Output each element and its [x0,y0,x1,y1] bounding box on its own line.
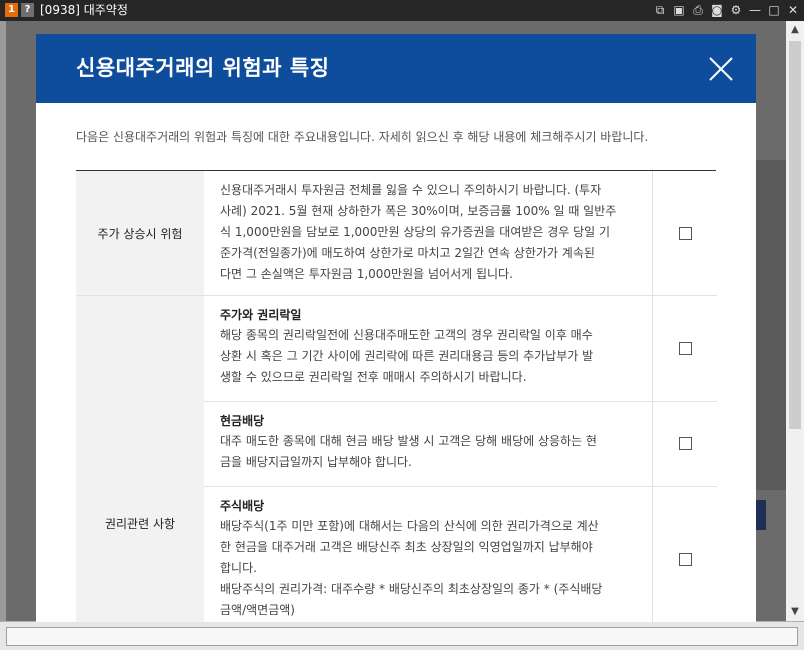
maximize-icon[interactable]: □ [767,2,781,18]
help-badge[interactable]: ? [21,3,34,17]
save-icon[interactable]: ▣ [672,2,686,18]
window-titlebar: 1 ? [0938] 대주약정 ⧉ ▣ ⎙ ◙ ⚙ — □ ✕ [0,0,804,21]
close-icon[interactable]: ✕ [786,2,800,18]
scrollbar-thumb[interactable] [789,41,801,429]
checkbox-cell [652,487,717,622]
risk-item-text: 대주 매도한 종목에 대해 현금 배당 발생 시 고객은 당해 배당에 상응하는… [220,434,597,469]
risk-item-checkbox[interactable] [679,342,692,355]
window-toolbar-icons: ⧉ ▣ ⎙ ◙ ⚙ — □ ✕ [653,2,800,19]
risk-item-checkbox[interactable] [679,553,692,566]
background-panel-strip [756,160,786,490]
risk-item: 현금배당 대주 매도한 종목에 대해 현금 배당 발생 시 고객은 당해 배당에… [204,402,652,487]
status-field [6,627,798,646]
checkbox-cell [652,296,717,402]
risk-item-title: 주가와 권리락일 [220,308,302,322]
status-bar [0,621,804,650]
checkbox-cell [652,402,717,487]
dialog-title: 신용대주거래의 위험과 특징 [76,56,330,80]
category-label: 주가 상승시 위험 [97,227,183,241]
risk-notice-dialog: 신용대주거래의 위험과 특징 다음은 신용대주거래의 위험과 특징에 대한 주요… [36,34,756,622]
close-icon[interactable] [708,56,734,82]
risk-item-text: 배당주식(1주 미만 포함)에 대해서는 다음의 산식에 의한 권리가격으로 계… [220,519,603,617]
risk-item-title: 현금배당 [220,414,265,428]
risk-item: 주가와 권리락일 해당 종목의 권리락일전에 신용대주매도한 고객의 경우 권리… [204,296,652,402]
background-button [756,500,766,530]
risk-item-text: 해당 종목의 권리락일전에 신용대주매도한 고객의 경우 권리락일 이후 매수 … [220,328,594,384]
risk-item-checkbox[interactable] [679,437,692,450]
checkbox-cell [652,171,717,296]
scroll-up-icon[interactable]: ▲ [786,21,804,39]
risk-item-title: 주식배당 [220,499,265,513]
link-icon[interactable]: ⧉ [653,2,667,18]
window-number-badge[interactable]: 1 [5,3,18,17]
risk-item: 신용대주거래시 투자원금 전체를 잃을 수 있으니 주의하시기 바랍니다. (투… [204,171,652,296]
category-cell-price-rise: 주가 상승시 위험 [76,171,204,296]
gear-icon[interactable]: ⚙ [729,2,743,18]
window-title: [0938] 대주약정 [40,3,128,17]
camera-icon[interactable]: ◙ [710,2,724,18]
dialog-intro-text: 다음은 신용대주거래의 위험과 특징에 대한 주요내용입니다. 자세히 읽으신 … [76,130,649,144]
risk-item-text: 신용대주거래시 투자원금 전체를 잃을 수 있으니 주의하시기 바랍니다. (투… [220,183,617,281]
risk-item-checkbox[interactable] [679,227,692,240]
category-cell-rights: 권리관련 사항 [76,296,204,622]
print-icon[interactable]: ⎙ [691,2,705,18]
vertical-scrollbar[interactable]: ▲ ▼ [786,21,804,621]
risk-item: 주식배당 배당주식(1주 미만 포함)에 대해서는 다음의 산식에 의한 권리가… [204,487,652,622]
scroll-down-icon[interactable]: ▼ [786,603,804,621]
dialog-header: 신용대주거래의 위험과 특징 [36,34,756,103]
category-label: 권리관련 사항 [104,517,176,531]
minimize-icon[interactable]: — [748,2,762,18]
